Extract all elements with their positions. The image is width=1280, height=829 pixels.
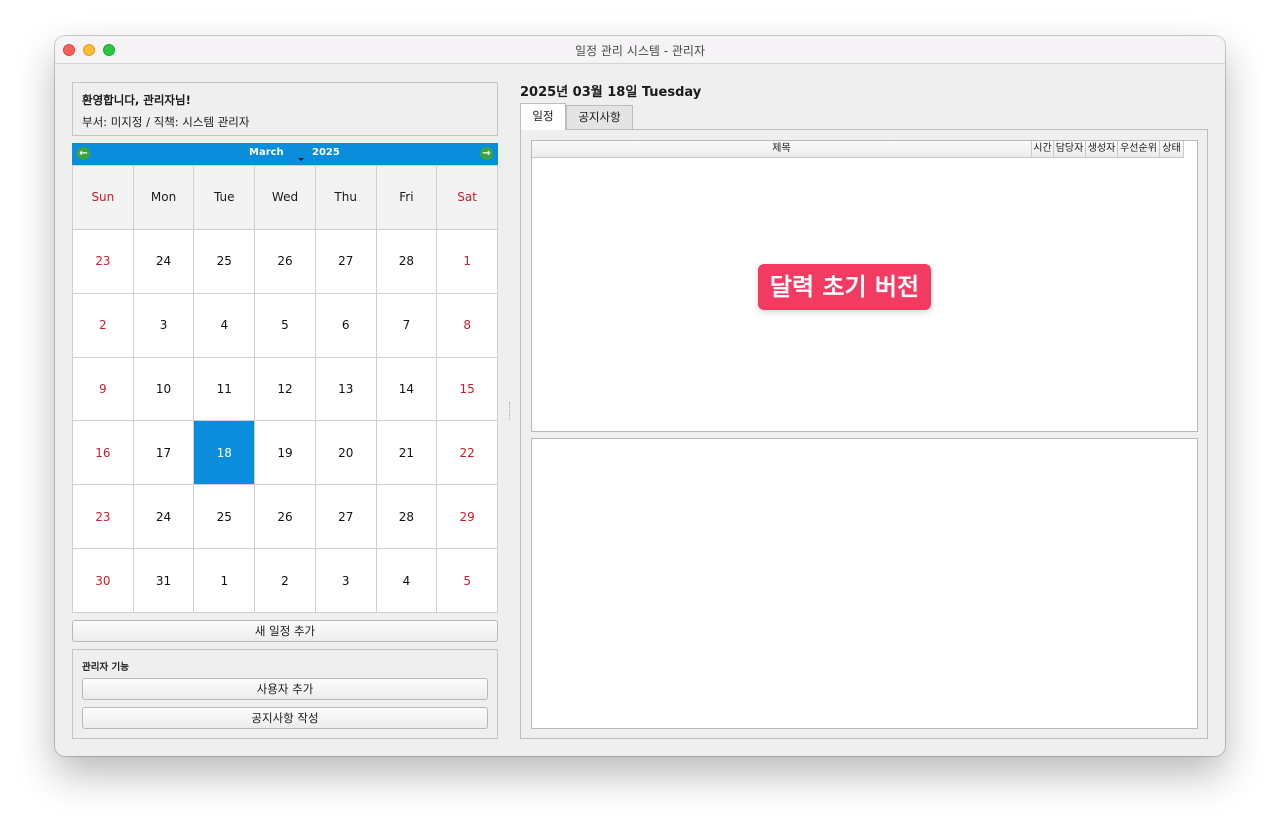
month-dropdown-caret-icon[interactable] <box>298 158 304 161</box>
admin-panel-title: 관리자 기능 <box>82 662 130 673</box>
calendar-day[interactable]: 27 <box>315 229 376 293</box>
calendar-day[interactable]: 1 <box>194 549 255 612</box>
calendar-day[interactable]: 30 <box>73 549 133 612</box>
calendar-day[interactable]: 1 <box>437 229 497 293</box>
column-header-creator[interactable]: 생성자 <box>1086 141 1118 157</box>
calendar-day[interactable]: 24 <box>133 485 194 549</box>
add-schedule-button[interactable]: 새 일정 추가 <box>72 620 498 642</box>
calendar-day[interactable]: 24 <box>133 229 194 293</box>
calendar-day[interactable]: 16 <box>73 421 133 485</box>
calendar-day[interactable]: 11 <box>194 357 255 421</box>
calendar-day[interactable]: 28 <box>376 229 437 293</box>
calendar-day[interactable]: 12 <box>255 357 315 421</box>
weekday-header: Wed <box>255 166 315 229</box>
welcome-panel: 환영합니다, 관리자님! 부서: 미지정 / 직책: 시스템 관리자 <box>72 82 498 136</box>
version-badge: 달력 초기 버전 <box>758 264 931 310</box>
column-header-time[interactable]: 시간 <box>1032 141 1054 157</box>
column-header-assignee[interactable]: 담당자 <box>1054 141 1086 157</box>
calendar-day[interactable]: 20 <box>315 421 376 485</box>
add-user-button[interactable]: 사용자 추가 <box>82 678 488 700</box>
admin-panel: 관리자 기능 사용자 추가 공지사항 작성 <box>72 649 498 739</box>
calendar-day[interactable]: 26 <box>255 229 315 293</box>
calendar-day[interactable]: 2 <box>73 293 133 357</box>
column-header-status[interactable]: 상태 <box>1160 141 1184 157</box>
calendar-grid: Sun Mon Tue Wed Thu Fri Sat 23 24 25 26 27 28 1 2 3 4 5 6 7… <box>72 165 498 613</box>
next-month-icon[interactable]: → <box>480 147 493 160</box>
write-notice-button[interactable]: 공지사항 작성 <box>82 707 488 729</box>
weekday-header: Thu <box>315 166 376 229</box>
weekday-header: Tue <box>194 166 255 229</box>
weekday-header: Fri <box>376 166 437 229</box>
calendar-day[interactable]: 15 <box>437 357 497 421</box>
weekday-header: Mon <box>133 166 194 229</box>
calendar-day[interactable]: 13 <box>315 357 376 421</box>
column-header-priority[interactable]: 우선순위 <box>1118 141 1160 157</box>
schedule-tab-panel: 제목 시간 담당자 생성자 우선순위 상태 <box>520 129 1208 739</box>
calendar-day-selected[interactable]: 18 <box>194 421 255 485</box>
selected-date-title: 2025년 03월 18일 Tuesday <box>520 85 702 100</box>
calendar-day[interactable]: 19 <box>255 421 315 485</box>
calendar-day[interactable]: 29 <box>437 485 497 549</box>
calendar-day[interactable]: 10 <box>133 357 194 421</box>
calendar-navigation-bar: ← March 2025 → <box>72 143 498 165</box>
calendar-day[interactable]: 5 <box>255 293 315 357</box>
calendar-day[interactable]: 23 <box>73 485 133 549</box>
window-title: 일정 관리 시스템 - 관리자 <box>575 44 705 58</box>
calendar-day[interactable]: 23 <box>73 229 133 293</box>
splitter-handle[interactable] <box>509 402 511 420</box>
calendar-day[interactable]: 14 <box>376 357 437 421</box>
table-header: 제목 시간 담당자 생성자 우선순위 상태 <box>532 141 1184 158</box>
tab-schedule[interactable]: 일정 <box>520 103 566 130</box>
calendar-day[interactable]: 4 <box>194 293 255 357</box>
tab-notices[interactable]: 공지사항 <box>566 105 633 130</box>
year-selector[interactable]: 2025 <box>312 147 340 158</box>
calendar-day[interactable]: 28 <box>376 485 437 549</box>
calendar-day[interactable]: 3 <box>315 549 376 612</box>
month-selector[interactable]: March <box>249 147 284 158</box>
weekday-header: Sun <box>73 166 133 229</box>
calendar-day[interactable]: 3 <box>133 293 194 357</box>
weekday-header: Sat <box>437 166 497 229</box>
calendar-day[interactable]: 22 <box>437 421 497 485</box>
calendar-day[interactable]: 6 <box>315 293 376 357</box>
calendar-day[interactable]: 4 <box>376 549 437 612</box>
calendar-day[interactable]: 25 <box>194 485 255 549</box>
calendar-day[interactable]: 7 <box>376 293 437 357</box>
calendar-day[interactable]: 31 <box>133 549 194 612</box>
app-window: 일정 관리 시스템 - 관리자 환영합니다, 관리자님! 부서: 미지정 / 직… <box>55 36 1225 756</box>
calendar-day[interactable]: 27 <box>315 485 376 549</box>
calendar-day[interactable]: 21 <box>376 421 437 485</box>
welcome-title: 환영합니다, 관리자님! <box>82 93 191 107</box>
calendar-day[interactable]: 26 <box>255 485 315 549</box>
user-info: 부서: 미지정 / 직책: 시스템 관리자 <box>82 115 250 129</box>
calendar-day[interactable]: 8 <box>437 293 497 357</box>
calendar-day[interactable]: 2 <box>255 549 315 612</box>
calendar-day[interactable]: 9 <box>73 357 133 421</box>
previous-month-icon[interactable]: ← <box>77 147 90 160</box>
schedule-detail-area[interactable] <box>531 438 1198 729</box>
calendar-day[interactable]: 5 <box>437 549 497 612</box>
calendar-day[interactable]: 25 <box>194 229 255 293</box>
calendar-day[interactable]: 17 <box>133 421 194 485</box>
column-header-title[interactable]: 제목 <box>532 141 1032 157</box>
title-bar: 일정 관리 시스템 - 관리자 <box>55 36 1225 64</box>
